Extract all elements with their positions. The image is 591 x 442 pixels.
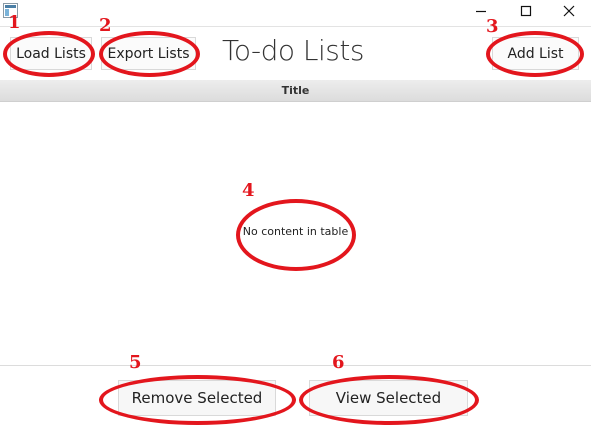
annotation-number-6: 6 bbox=[332, 352, 345, 373]
annotation-number-1: 1 bbox=[8, 12, 21, 33]
add-list-button[interactable]: Add List bbox=[492, 37, 579, 70]
annotation-number-4: 4 bbox=[242, 180, 255, 201]
export-lists-button[interactable]: Export Lists bbox=[101, 37, 196, 70]
table-header: Title bbox=[0, 80, 591, 102]
close-button[interactable] bbox=[546, 0, 591, 22]
remove-selected-button[interactable]: Remove Selected bbox=[118, 380, 276, 416]
footer-divider bbox=[0, 365, 591, 366]
annotation-number-2: 2 bbox=[99, 15, 112, 36]
annotation-number-3: 3 bbox=[486, 16, 499, 37]
minimize-icon bbox=[475, 10, 486, 13]
page-title: To-do Lists bbox=[222, 34, 364, 67]
column-header-title[interactable]: Title bbox=[282, 84, 310, 97]
titlebar-divider bbox=[0, 26, 591, 27]
load-lists-button[interactable]: Load Lists bbox=[10, 37, 92, 70]
close-icon bbox=[563, 5, 574, 17]
empty-table-message: No content in table bbox=[242, 225, 349, 238]
maximize-icon bbox=[520, 5, 531, 17]
annotation-number-5: 5 bbox=[129, 352, 142, 373]
maximize-button[interactable] bbox=[503, 0, 548, 22]
view-selected-button[interactable]: View Selected bbox=[309, 380, 468, 416]
